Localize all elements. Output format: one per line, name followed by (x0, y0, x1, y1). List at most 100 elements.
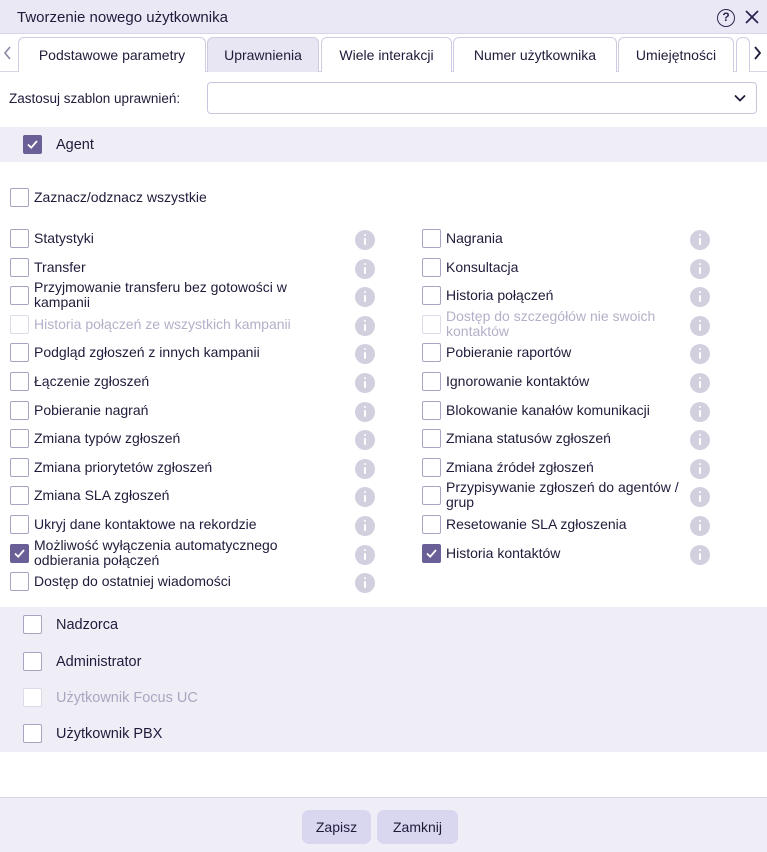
perm-ukryj-dane-kontaktowe-na-rekordzie-label: Ukryj dane kontaktowe na rekordzie (34, 516, 257, 532)
perm-statystyki-checkbox[interactable] (10, 229, 29, 248)
info-icon[interactable] (355, 430, 375, 450)
perm-historia-polaczen-ze-wszystkich-kampanii-label: Historia połączeń ze wszystkich kampanii (34, 316, 291, 332)
info-icon[interactable] (690, 402, 710, 422)
role-agent-label: Agent (56, 137, 94, 153)
perm-konsultacja-checkbox[interactable] (422, 258, 441, 277)
info-icon[interactable] (690, 287, 710, 307)
perm-zmiana-sla-zgloszen-checkbox[interactable] (10, 486, 29, 505)
tab-scroll-right-icon[interactable] (750, 36, 765, 70)
info-icon[interactable] (690, 373, 710, 393)
perm-pobieranie-raportow-checkbox[interactable] (422, 343, 441, 362)
info-icon[interactable] (355, 545, 375, 565)
perm-historia-polaczen-ze-wszystkich-kampanii-checkbox[interactable] (10, 315, 29, 334)
role-pbx-checkbox[interactable] (23, 724, 42, 743)
perm-przypisywanie-zgloszen-do-agentow-grup-label: Przypisywanie zgłoszeń do agentów / grup (446, 479, 679, 510)
perm-mozliwosc-wylaczenia-automatycznego-odbierania-polaczen-label: Możliwość wyłączenia automatycznego odbi… (34, 537, 278, 568)
perm-zmiana-priorytetow-zgloszen-label: Zmiana priorytetów zgłoszeń (34, 459, 213, 475)
close-icon[interactable] (744, 9, 760, 25)
perm-podglad-zgloszen-z-innych-kampanii-label: Podgląd zgłoszeń z innych kampanii (34, 344, 260, 360)
info-icon[interactable] (690, 316, 710, 336)
perm-konsultacja-label: Konsultacja (446, 259, 519, 275)
info-icon[interactable] (355, 259, 375, 279)
info-icon[interactable] (355, 344, 375, 364)
perm-ignorowanie-kontaktow-checkbox[interactable] (422, 372, 441, 391)
perm-historia-kontaktow-label: Historia kontaktów (446, 545, 561, 561)
perm-resetowanie-sla-zgloszenia-checkbox[interactable] (422, 515, 441, 534)
perm-ignorowanie-kontaktow-label: Ignorowanie kontaktów (446, 373, 590, 389)
perm-zmiana-priorytetow-zgloszen-checkbox[interactable] (10, 458, 29, 477)
info-icon[interactable] (690, 516, 710, 536)
info-icon[interactable] (690, 230, 710, 250)
role-administrator-checkbox[interactable] (23, 652, 42, 671)
tab-skills[interactable]: Umiejętności (618, 37, 734, 72)
tab-user-number[interactable]: Numer użytkownika (453, 37, 617, 72)
perm-nagrania-label: Nagrania (446, 230, 503, 246)
perm-dostep-do-ostatniej-wiadomosci-label: Dostęp do ostatniej wiadomości (34, 573, 231, 589)
perm-zmiana-statusow-zgloszen-label: Zmiana statusów zgłoszeń (446, 430, 611, 446)
title-bar: Tworzenie nowego użytkownika ? (0, 0, 767, 34)
perm-historia-polaczen-label: Historia połączeń (446, 287, 554, 303)
save-button[interactable]: Zapisz (302, 810, 371, 844)
perm-laczenie-zgloszen-label: Łączenie zgłoszeń (34, 373, 150, 389)
perm-zmiana-typow-zgloszen-checkbox[interactable] (10, 429, 29, 448)
info-icon[interactable] (355, 316, 375, 336)
perm-laczenie-zgloszen-checkbox[interactable] (10, 372, 29, 391)
perm-zmiana-zrodel-zgloszen-label: Zmiana źródeł zgłoszeń (446, 459, 594, 475)
info-icon[interactable] (690, 259, 710, 279)
perm-transfer-checkbox[interactable] (10, 258, 29, 277)
role-agent-checkbox[interactable] (23, 135, 42, 154)
info-icon[interactable] (355, 287, 375, 307)
select-all-label: Zaznacz/odznacz wszystkie (34, 189, 207, 205)
info-icon[interactable] (355, 373, 375, 393)
info-icon[interactable] (355, 402, 375, 422)
perm-statystyki-label: Statystyki (34, 230, 94, 246)
perm-transfer-label: Transfer (34, 259, 86, 275)
tab-bar: Podstawowe parametry Uprawnienia Wiele i… (0, 34, 767, 72)
role-focus-uc-label: Użytkownik Focus UC (56, 690, 198, 706)
info-icon[interactable] (690, 545, 710, 565)
user-create-dialog: Tworzenie nowego użytkownika ? Podstawow… (0, 0, 767, 852)
tab-multi-interactions[interactable]: Wiele interakcji (321, 37, 452, 72)
perm-resetowanie-sla-zgloszenia-label: Resetowanie SLA zgłoszenia (446, 516, 627, 532)
perm-przypisywanie-zgloszen-do-agentow-grup-checkbox[interactable] (422, 486, 441, 505)
perm-zmiana-statusow-zgloszen-checkbox[interactable] (422, 429, 441, 448)
info-icon[interactable] (690, 487, 710, 507)
tab-permissions[interactable]: Uprawnienia (207, 37, 319, 72)
tab-scroll-left-icon[interactable] (0, 36, 15, 70)
perm-historia-kontaktow-checkbox[interactable] (422, 544, 441, 563)
info-icon[interactable] (690, 344, 710, 364)
info-icon[interactable] (355, 516, 375, 536)
info-icon[interactable] (690, 430, 710, 450)
info-icon[interactable] (355, 573, 375, 593)
info-icon[interactable] (355, 230, 375, 250)
perm-dostep-do-szczegolow-nie-swoich-kontaktow-checkbox[interactable] (422, 315, 441, 334)
perm-blokowanie-kanalow-komunikacji-label: Blokowanie kanałów komunikacji (446, 402, 650, 418)
close-button[interactable]: Zamknij (377, 810, 458, 844)
role-focus-uc-checkbox[interactable] (23, 688, 42, 707)
dialog-footer: Zapisz Zamknij (0, 797, 767, 852)
role-nadzorca-checkbox[interactable] (23, 615, 42, 634)
perm-pobieranie-nagran-label: Pobieranie nagrań (34, 402, 149, 418)
perm-zmiana-sla-zgloszen-label: Zmiana SLA zgłoszeń (34, 487, 170, 503)
info-icon[interactable] (690, 459, 710, 479)
help-icon[interactable]: ? (717, 9, 735, 27)
tab-overflow[interactable] (736, 37, 750, 72)
role-administrator-label: Administrator (56, 654, 142, 670)
perm-ukryj-dane-kontaktowe-na-rekordzie-checkbox[interactable] (10, 515, 29, 534)
perm-mozliwosc-wylaczenia-automatycznego-odbierania-polaczen-checkbox[interactable] (10, 544, 29, 563)
select-all-checkbox[interactable] (10, 188, 29, 207)
info-icon[interactable] (355, 487, 375, 507)
perm-blokowanie-kanalow-komunikacji-checkbox[interactable] (422, 401, 441, 420)
info-icon[interactable] (355, 459, 375, 479)
template-select[interactable] (207, 82, 757, 114)
perm-podglad-zgloszen-z-innych-kampanii-checkbox[interactable] (10, 343, 29, 362)
dialog-title: Tworzenie nowego użytkownika (17, 9, 228, 26)
perm-przyjmowanie-transferu-bez-gotowosci-w-kampanii-checkbox[interactable] (10, 286, 29, 305)
perm-dostep-do-ostatniej-wiadomosci-checkbox[interactable] (10, 572, 29, 591)
perm-pobieranie-nagran-checkbox[interactable] (10, 401, 29, 420)
perm-nagrania-checkbox[interactable] (422, 229, 441, 248)
tab-basic-parameters[interactable]: Podstawowe parametry (18, 37, 206, 72)
perm-historia-polaczen-checkbox[interactable] (422, 286, 441, 305)
template-label: Zastosuj szablon uprawnień: (9, 91, 181, 106)
perm-zmiana-zrodel-zgloszen-checkbox[interactable] (422, 458, 441, 477)
